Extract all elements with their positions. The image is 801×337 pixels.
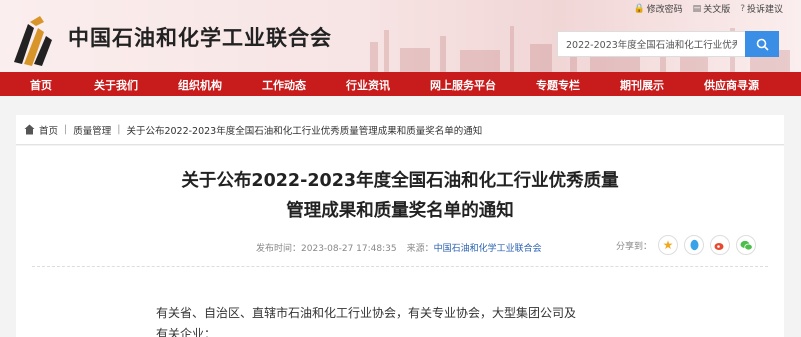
nav-work-news[interactable]: 工作动态 <box>262 77 306 93</box>
site-header: 🔒 修改密码 ▤ 关文版 ? 投诉建议 中国石油和化学工业联合会 <box>0 0 801 72</box>
article-source: 来源：中国石油和化学工业联合会 <box>406 244 542 254</box>
nav-about[interactable]: 关于我们 <box>94 77 138 93</box>
search-input[interactable] <box>557 31 745 57</box>
lock-icon: 🔒 <box>633 3 645 14</box>
nav-special-topics[interactable]: 专题专栏 <box>536 77 580 93</box>
share-label: 分享到： <box>616 241 653 252</box>
share-wechat-button[interactable] <box>736 235 757 255</box>
breadcrumb-separator: | <box>64 124 68 135</box>
breadcrumb-separator: | <box>117 124 121 135</box>
complaint-link[interactable]: ? 投诉建议 <box>740 2 783 16</box>
breadcrumb: 首页 | 质量管理 | 关于公布2022-2023年度全国石油和化工行业优秀质量… <box>16 115 784 145</box>
top-links: 🔒 修改密码 ▤ 关文版 ? 投诉建议 <box>633 2 783 16</box>
site-title[interactable]: 中国石油和化学工业联合会 <box>68 22 332 52</box>
nav-home[interactable]: 首页 <box>30 77 52 93</box>
article-title-line2: 管理成果和质量奖名单的通知 <box>286 201 514 221</box>
nav-organization[interactable]: 组织机构 <box>178 77 222 93</box>
star-icon: ★ <box>662 238 674 252</box>
nav-supplier-search[interactable]: 供应商寻源 <box>704 77 759 93</box>
nav-industry-news[interactable]: 行业资讯 <box>346 77 390 93</box>
breadcrumb-home[interactable]: 首页 <box>39 123 58 137</box>
nav-journals[interactable]: 期刊展示 <box>620 77 664 93</box>
article-title-line1: 关于公布2022-2023年度全国石油和化工行业优秀质量 <box>181 171 619 191</box>
search-box <box>557 31 779 57</box>
share-qzone-button[interactable]: ★ <box>658 235 679 255</box>
search-button[interactable] <box>745 31 779 57</box>
main-nav: 首页 关于我们 组织机构 工作动态 行业资讯 网上服务平台 专题专栏 期刊展示 … <box>0 72 801 96</box>
share-weibo-button[interactable] <box>710 235 731 255</box>
penguin-icon <box>690 239 699 251</box>
home-icon <box>24 124 35 135</box>
share-bar: 分享到： ★ <box>616 235 757 255</box>
document-icon: ▤ <box>692 3 702 14</box>
change-password-link[interactable]: 🔒 修改密码 <box>633 2 682 16</box>
site-logo[interactable] <box>10 14 58 66</box>
weibo-icon <box>714 242 724 250</box>
article-body-line1: 有关省、自治区、直辖市石油和化工行业协会，有关专业协会，大型集团公司及 <box>156 306 577 320</box>
article-body-paragraph: 有关省、自治区、直辖市石油和化工行业协会，有关专业协会，大型集团公司及 有关企业… <box>156 303 576 337</box>
wechat-icon <box>740 240 753 250</box>
question-icon: ? <box>740 3 745 14</box>
nav-online-services[interactable]: 网上服务平台 <box>430 77 496 93</box>
share-qq-button[interactable] <box>684 235 705 255</box>
breadcrumb-quality[interactable]: 质量管理 <box>73 123 111 137</box>
article-body-line2: 有关企业： <box>156 327 217 337</box>
breadcrumb-current: 关于公布2022-2023年度全国石油和化工行业优秀质量管理成果和质量奖名单的通… <box>126 125 483 137</box>
article-meta: 发布时间：2023-08-27 17:48:35 来源：中国石油和化学工业联合会 <box>256 241 542 254</box>
publish-date: 发布时间：2023-08-27 17:48:35 <box>256 244 397 254</box>
search-icon <box>756 38 769 51</box>
meta-divider <box>32 266 768 267</box>
english-version-link[interactable]: ▤ 关文版 <box>692 2 731 16</box>
